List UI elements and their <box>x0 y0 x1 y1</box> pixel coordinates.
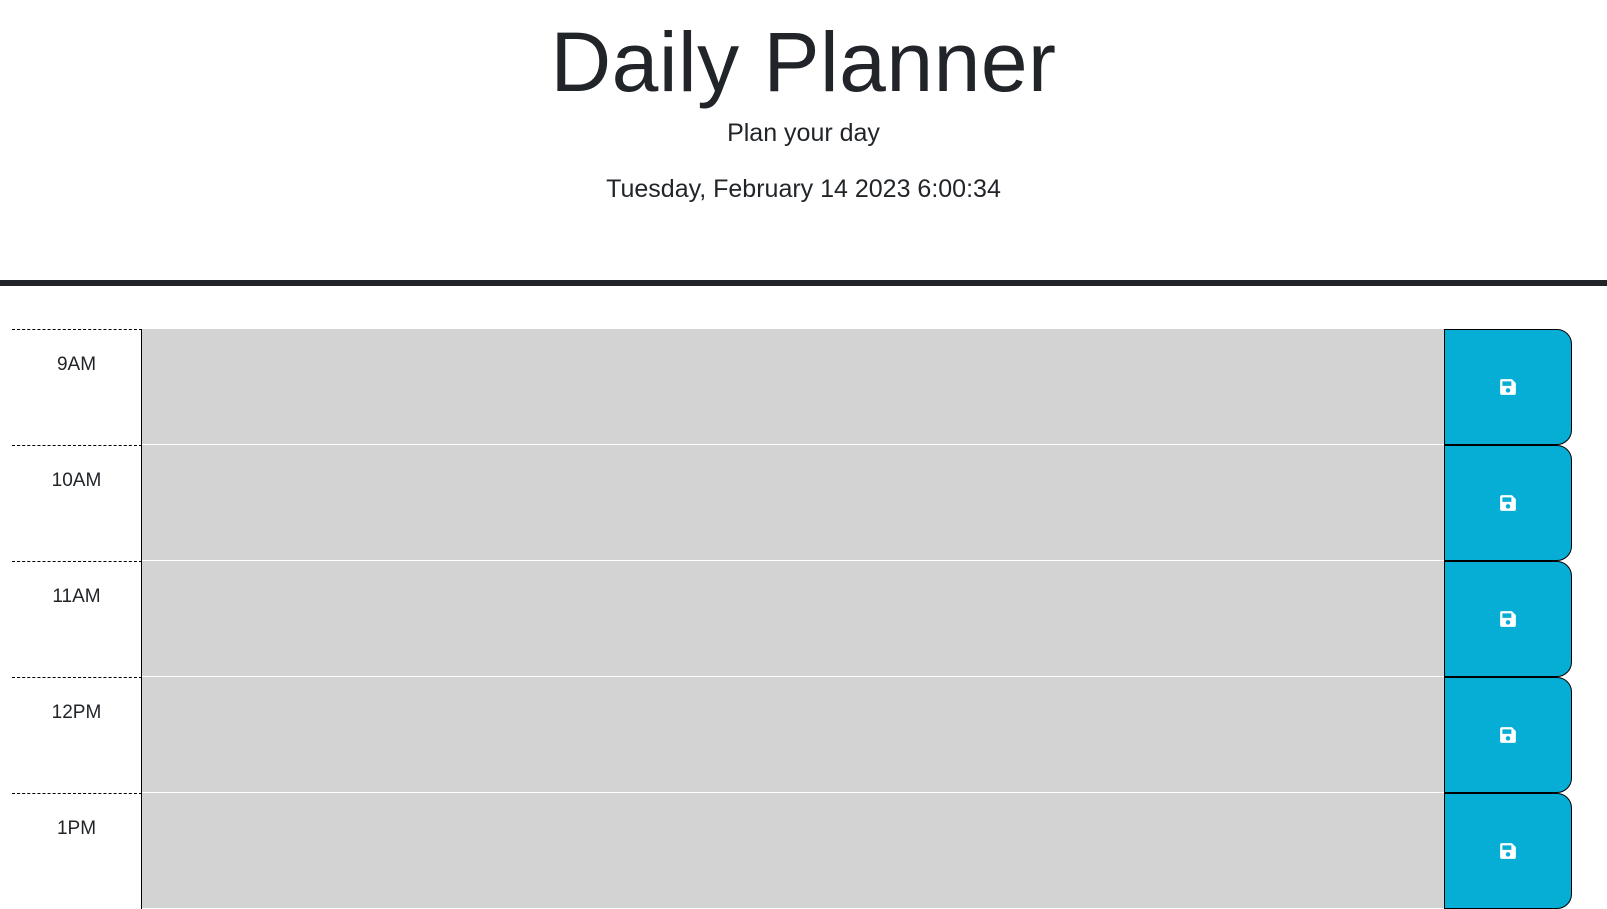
time-block-11am: 11AM <box>12 561 1572 677</box>
save-button[interactable] <box>1444 561 1572 677</box>
save-button[interactable] <box>1444 329 1572 445</box>
event-description-input[interactable] <box>142 561 1444 677</box>
hour-label: 1PM <box>12 793 142 909</box>
save-icon <box>1500 495 1516 511</box>
save-button[interactable] <box>1444 793 1572 909</box>
time-block-9am: 9AM <box>12 329 1572 445</box>
time-block-1pm: 1PM <box>12 793 1572 909</box>
hour-label: 11AM <box>12 561 142 677</box>
page-header: Daily Planner Plan your day Tuesday, Feb… <box>0 0 1607 286</box>
page-title: Daily Planner <box>550 15 1057 109</box>
page-subtitle: Plan your day <box>727 119 880 147</box>
save-button[interactable] <box>1444 445 1572 561</box>
hour-label: 10AM <box>12 445 142 561</box>
event-description-input[interactable] <box>142 329 1444 445</box>
hour-label: 9AM <box>12 329 142 445</box>
save-icon <box>1500 611 1516 627</box>
event-description-input[interactable] <box>142 445 1444 561</box>
event-description-input[interactable] <box>142 677 1444 793</box>
time-block-12pm: 12PM <box>12 677 1572 793</box>
save-icon <box>1500 379 1516 395</box>
save-icon <box>1500 727 1516 743</box>
event-description-input[interactable] <box>142 793 1444 909</box>
save-icon <box>1500 843 1516 859</box>
current-day: Tuesday, February 14 2023 6:00:34 <box>606 175 1001 203</box>
time-blocks-container: 9AM 10AM 11AM 12PM 1PM <box>12 329 1572 909</box>
time-block-10am: 10AM <box>12 445 1572 561</box>
hour-label: 12PM <box>12 677 142 793</box>
save-button[interactable] <box>1444 677 1572 793</box>
